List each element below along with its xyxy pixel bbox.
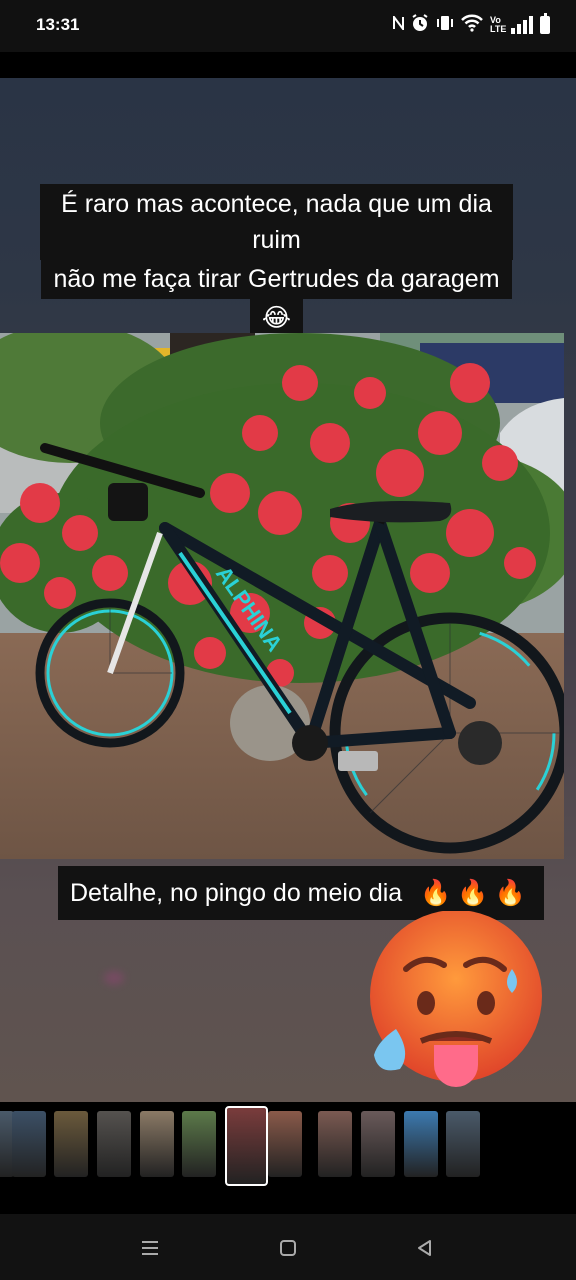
thumbnail[interactable]: [182, 1111, 216, 1177]
caption-line-2: não me faça tirar Gertrudes da garagem: [41, 259, 512, 299]
nfc-icon: [393, 14, 404, 34]
caption-line-1: É raro mas acontece, nada que um dia rui…: [40, 184, 513, 260]
story-thumbnails: [0, 1106, 576, 1188]
vibrate-icon: [436, 14, 454, 36]
alarm-icon: [411, 14, 429, 36]
bottom-caption-text: Detalhe, no pingo do meio dia: [70, 878, 403, 907]
volte-icon: Vo LTE: [490, 15, 507, 34]
home-button[interactable]: [270, 1232, 306, 1264]
thumbnail[interactable]: [12, 1111, 46, 1177]
thumbnail[interactable]: [268, 1111, 302, 1177]
home-icon: [280, 1240, 296, 1256]
bike-photo: ALPHINA: [0, 333, 564, 859]
thumbnail[interactable]: [54, 1111, 88, 1177]
signal-icon: [511, 16, 533, 34]
story-viewer[interactable]: É raro mas acontece, nada que um dia rui…: [0, 78, 576, 1102]
fire-emojis: 🔥🔥🔥: [420, 878, 532, 907]
thumbnail[interactable]: [140, 1111, 174, 1177]
top-caption: É raro mas acontece, nada que um dia rui…: [40, 184, 513, 338]
back-button[interactable]: [407, 1232, 443, 1264]
recents-icon: [142, 1241, 158, 1255]
status-time: 13:31: [36, 15, 80, 34]
caption-emoji: 😂: [249, 298, 304, 338]
thumbnail[interactable]: [318, 1111, 352, 1177]
thumbnail-active[interactable]: [225, 1106, 268, 1186]
hot-face-sticker[interactable]: [366, 911, 546, 1102]
system-nav-bar: [0, 1214, 576, 1280]
status-bar: 13:31 Vo LTE: [0, 0, 576, 52]
battery-icon: [540, 13, 550, 34]
recents-button[interactable]: [132, 1232, 168, 1264]
thumbnail[interactable]: [361, 1111, 395, 1177]
thumbnail[interactable]: [404, 1111, 438, 1177]
wifi-icon: [461, 14, 483, 36]
thumbnail[interactable]: [97, 1111, 131, 1177]
status-icons: Vo LTE: [393, 13, 550, 36]
back-icon: [418, 1240, 431, 1256]
thumbnail[interactable]: [446, 1111, 480, 1177]
sticker-blur: [104, 971, 124, 985]
